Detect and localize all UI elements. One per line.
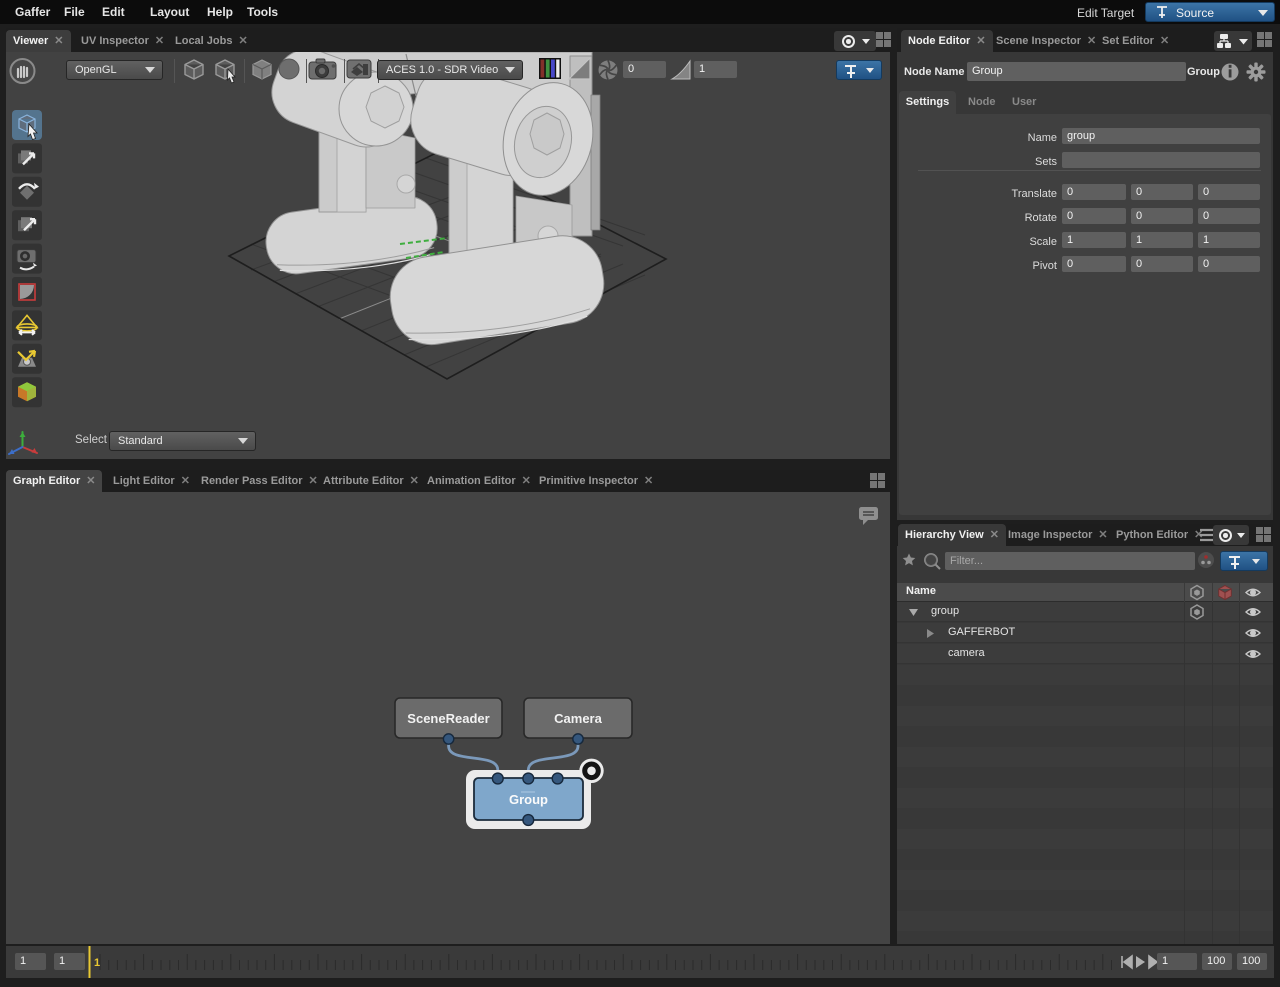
svg-text:Group: Group — [509, 792, 548, 807]
svg-text:Camera: Camera — [554, 711, 602, 726]
svg-text:1: 1 — [94, 957, 100, 969]
svg-text:SceneReader: SceneReader — [407, 711, 489, 726]
